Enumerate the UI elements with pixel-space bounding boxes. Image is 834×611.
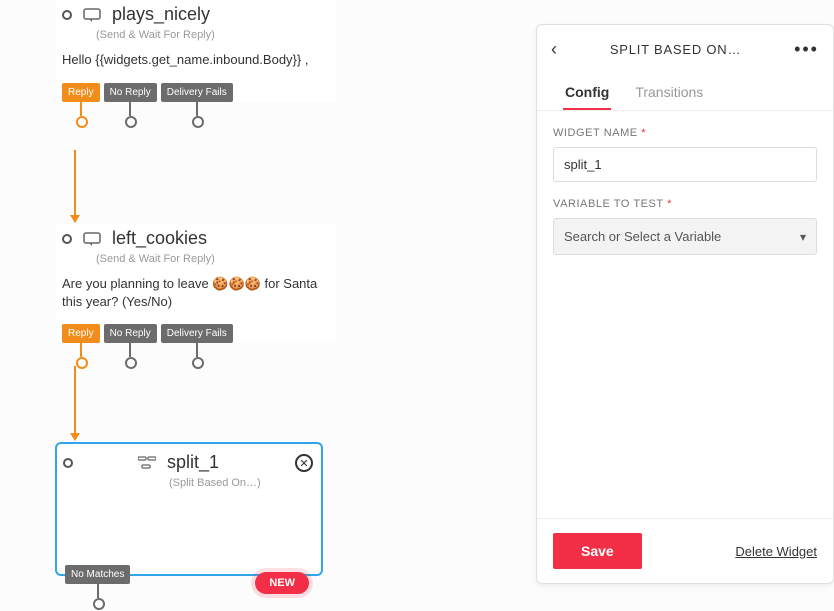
widget-name-input[interactable] xyxy=(553,147,817,182)
variable-select[interactable]: Search or Select a Variable ▾ xyxy=(553,218,817,255)
panel-tabs: Config Transitions xyxy=(537,70,833,111)
tab-transitions[interactable]: Transitions xyxy=(633,76,705,110)
widget-subtitle: (Split Based On…) xyxy=(169,477,321,489)
transition-reply[interactable]: Reply xyxy=(62,324,100,343)
widget-name-label: WIDGET NAME * xyxy=(553,127,817,139)
variable-to-test-label: VARIABLE TO TEST * xyxy=(553,198,817,210)
flow-canvas[interactable]: plays_nicely (Send & Wait For Reply) Hel… xyxy=(0,0,525,611)
split-icon xyxy=(137,455,157,471)
widget-subtitle: (Send & Wait For Reply) xyxy=(96,29,336,41)
variable-select-placeholder: Search or Select a Variable xyxy=(564,229,721,244)
flow-edge xyxy=(74,366,76,440)
transition-no-reply[interactable]: No Reply xyxy=(104,83,157,102)
close-icon[interactable]: ✕ xyxy=(295,454,313,472)
chat-icon xyxy=(82,7,102,23)
save-button[interactable]: Save xyxy=(553,533,642,569)
transition-no-matches[interactable]: No Matches xyxy=(65,565,130,584)
widget-title: left_cookies xyxy=(112,228,207,249)
flow-edge xyxy=(74,150,76,222)
transition-reply[interactable]: Reply xyxy=(62,83,100,102)
widget-split-1[interactable]: split_1 (Split Based On…) ✕ No Matches N… xyxy=(55,442,323,576)
new-transition-button[interactable]: NEW xyxy=(255,572,309,594)
inspector-panel: ‹ SPLIT BASED ON… ••• Config Transitions… xyxy=(536,24,834,584)
tab-config[interactable]: Config xyxy=(563,76,611,110)
transition-delivery-fails[interactable]: Delivery Fails xyxy=(161,83,233,102)
drag-handle-icon[interactable] xyxy=(62,234,72,244)
widget-subtitle: (Send & Wait For Reply) xyxy=(96,253,336,265)
drag-handle-icon[interactable] xyxy=(63,458,73,468)
widget-plays-nicely[interactable]: plays_nicely (Send & Wait For Reply) Hel… xyxy=(56,0,336,102)
chevron-down-icon: ▾ xyxy=(800,230,806,244)
more-menu-icon[interactable]: ••• xyxy=(794,39,819,60)
widget-body: Are you planning to leave 🍪🍪🍪 for Santa … xyxy=(56,265,336,324)
widget-body: Hello {{widgets.get_name.inbound.Body}} … xyxy=(56,41,336,83)
widget-left-cookies[interactable]: left_cookies (Send & Wait For Reply) Are… xyxy=(56,224,336,343)
delete-widget-link[interactable]: Delete Widget xyxy=(735,544,817,559)
widget-title: split_1 xyxy=(167,452,219,473)
transition-delivery-fails[interactable]: Delivery Fails xyxy=(161,324,233,343)
back-icon[interactable]: ‹ xyxy=(551,39,557,60)
transition-no-reply[interactable]: No Reply xyxy=(104,324,157,343)
chat-icon xyxy=(82,231,102,247)
widget-title: plays_nicely xyxy=(112,4,210,25)
drag-handle-icon[interactable] xyxy=(62,10,72,20)
panel-title: SPLIT BASED ON… xyxy=(610,42,741,57)
